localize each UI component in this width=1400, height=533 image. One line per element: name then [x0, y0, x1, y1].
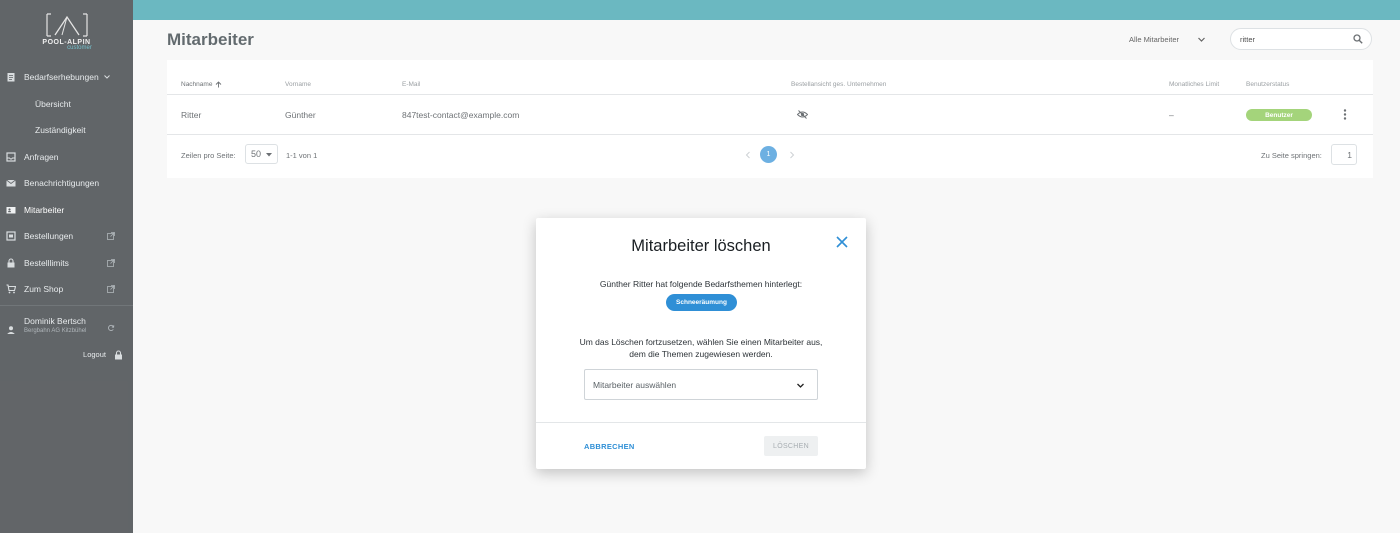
employee-select[interactable]: Mitarbeiter auswählen — [584, 369, 818, 400]
topic-chip: Schneeräumung — [666, 294, 737, 311]
close-icon[interactable] — [836, 236, 848, 248]
delete-button[interactable]: LÖSCHEN — [764, 436, 818, 456]
dialog-instruction-text: Um das Löschen fortzusetzen, wählen Sie … — [579, 337, 823, 359]
delete-employee-dialog: Mitarbeiter löschen Günther Ritter hat f… — [536, 218, 866, 469]
chevron-down-icon — [797, 383, 804, 388]
dialog-topics-text: Günther Ritter hat folgende Bedarfstheme… — [599, 279, 803, 289]
employee-select-placeholder: Mitarbeiter auswählen — [593, 379, 677, 390]
cancel-button[interactable]: ABBRECHEN — [584, 436, 635, 456]
dialog-divider — [536, 422, 866, 423]
dialog-title: Mitarbeiter löschen — [631, 237, 771, 255]
